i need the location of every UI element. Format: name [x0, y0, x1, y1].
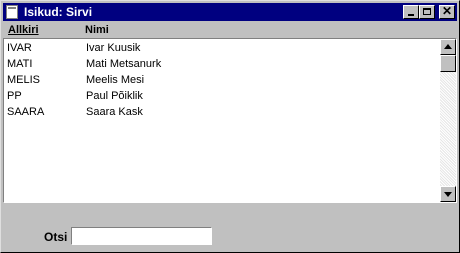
name-cell: Meelis Mesi — [86, 74, 145, 86]
document-icon[interactable] — [6, 5, 18, 19]
list-item[interactable]: PP Paul Põiklik — [4, 89, 434, 105]
arrow-up-icon — [444, 44, 452, 49]
name-cell: Paul Põiklik — [86, 90, 143, 102]
scroll-up-button[interactable] — [440, 39, 456, 55]
list-item[interactable]: SAARA Saara Kask — [4, 105, 434, 121]
close-icon: ✕ — [441, 4, 453, 18]
column-header-signature[interactable]: Allkiri — [8, 24, 39, 36]
column-header-name[interactable]: Nimi — [85, 24, 109, 36]
minimize-button[interactable] — [403, 5, 419, 19]
maximize-icon — [423, 8, 431, 15]
name-cell: Mati Metsanurk — [86, 58, 162, 70]
close-button[interactable]: ✕ — [439, 5, 455, 19]
maximize-button[interactable] — [419, 5, 435, 19]
minimize-icon — [408, 14, 414, 16]
search-label: Otsi — [44, 230, 68, 244]
signature-cell: MATI — [7, 58, 33, 70]
browse-window: Isikud: Sirvi ✕ Allkiri Nimi IVAR Ivar K… — [0, 0, 460, 253]
title-bar[interactable]: Isikud: Sirvi ✕ — [3, 3, 457, 21]
arrow-down-icon — [444, 192, 452, 197]
search-input[interactable] — [71, 227, 212, 245]
person-list[interactable]: IVAR Ivar Kuusik MATI Mati Metsanurk MEL… — [3, 38, 457, 203]
list-item[interactable]: MELIS Meelis Mesi — [4, 73, 434, 89]
name-cell: Saara Kask — [86, 106, 143, 118]
signature-cell: PP — [7, 90, 22, 102]
window-title: Isikud: Sirvi — [24, 5, 93, 19]
list-header: Allkiri Nimi — [3, 23, 457, 38]
vertical-scrollbar[interactable] — [440, 39, 456, 202]
scroll-thumb[interactable] — [440, 55, 456, 72]
signature-cell: MELIS — [7, 74, 41, 86]
name-cell: Ivar Kuusik — [86, 42, 141, 54]
signature-cell: SAARA — [7, 106, 45, 118]
list-item[interactable]: IVAR Ivar Kuusik — [4, 41, 434, 57]
list-item[interactable]: MATI Mati Metsanurk — [4, 57, 434, 73]
scroll-down-button[interactable] — [440, 186, 456, 202]
signature-cell: IVAR — [7, 42, 32, 54]
list-rows: IVAR Ivar Kuusik MATI Mati Metsanurk MEL… — [4, 41, 434, 121]
